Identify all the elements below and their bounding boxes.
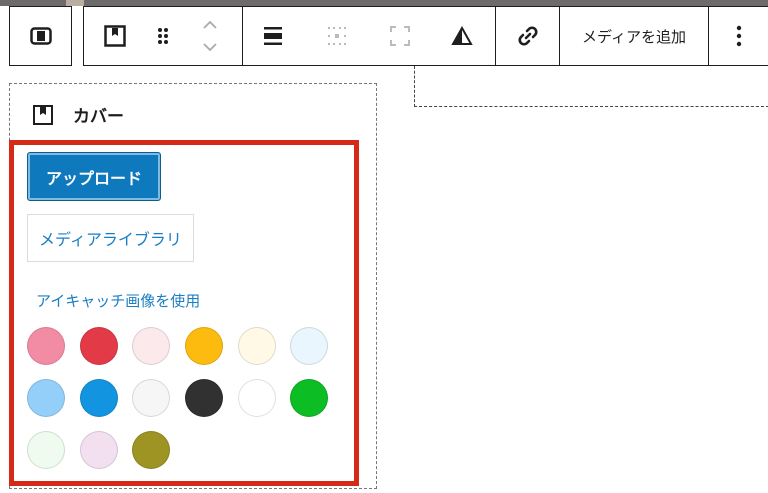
- block-align-button[interactable]: [10, 7, 71, 65]
- block-toolbar: メディアを追加: [83, 6, 768, 66]
- color-swatch-light-purple[interactable]: [80, 431, 118, 469]
- drag-handle-icon: [157, 26, 169, 46]
- more-options-icon: [736, 25, 742, 47]
- align-block-icon: [29, 27, 52, 45]
- link-button[interactable]: [496, 7, 559, 65]
- media-library-button[interactable]: メディアライブラリ: [27, 214, 194, 262]
- add-media-label: メディアを追加: [582, 27, 686, 46]
- color-swatch-olive[interactable]: [132, 431, 170, 469]
- color-swatch-light-yellow[interactable]: [238, 327, 276, 365]
- color-swatch-very-light-gray[interactable]: [132, 379, 170, 417]
- color-swatch-amber[interactable]: [185, 327, 223, 365]
- block-toolbar-left: [9, 6, 72, 66]
- wide-align-button[interactable]: [243, 7, 303, 65]
- block-type-button[interactable]: [84, 7, 146, 65]
- color-swatch-light-blue[interactable]: [290, 327, 328, 365]
- cover-icon: [104, 25, 126, 47]
- content-position-button[interactable]: [303, 7, 371, 65]
- drag-handle-button[interactable]: [146, 7, 180, 65]
- move-up-down-buttons[interactable]: [188, 7, 232, 65]
- content-position-icon: [326, 25, 348, 47]
- color-swatch-light-green[interactable]: [27, 431, 65, 469]
- move-up-down-icon: [201, 19, 219, 53]
- color-swatch-light-pink[interactable]: [132, 327, 170, 365]
- more-options-button[interactable]: [709, 7, 768, 65]
- full-height-icon: [389, 25, 411, 47]
- color-swatch-red[interactable]: [80, 327, 118, 365]
- link-icon: [516, 24, 540, 48]
- panel-title: カバー: [33, 102, 124, 127]
- upload-button[interactable]: アップロード: [27, 152, 161, 201]
- wide-align-icon: [262, 27, 284, 45]
- contrast-icon: [451, 26, 473, 46]
- color-swatch-dark-gray[interactable]: [185, 379, 223, 417]
- block-outline: [414, 66, 768, 107]
- duotone-button[interactable]: [429, 7, 495, 65]
- color-swatch-white[interactable]: [238, 379, 276, 417]
- color-swatch-blue[interactable]: [80, 379, 118, 417]
- full-height-button[interactable]: [371, 7, 429, 65]
- color-swatch-sky-blue[interactable]: [27, 379, 65, 417]
- color-swatch-pink[interactable]: [27, 327, 65, 365]
- panel-title-label: カバー: [73, 107, 124, 127]
- color-swatch-green[interactable]: [290, 379, 328, 417]
- use-featured-image-link[interactable]: アイキャッチ画像を使用: [36, 290, 200, 311]
- add-media-button[interactable]: メディアを追加: [560, 7, 708, 65]
- cover-icon: [33, 104, 53, 125]
